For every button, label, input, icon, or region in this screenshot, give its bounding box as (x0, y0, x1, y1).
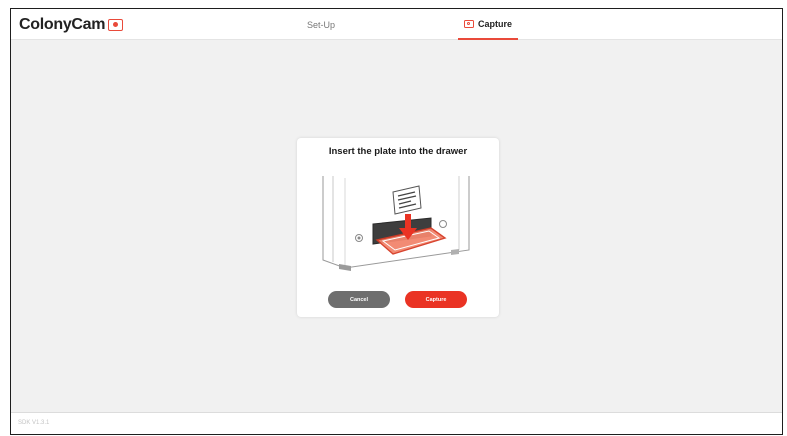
dialog-title: Insert the plate into the drawer (328, 146, 468, 157)
footer-bar: SDK V1.3.1 (11, 412, 782, 434)
camera-icon (108, 19, 124, 31)
brand-name: ColonyCam (19, 16, 106, 33)
tab-capture-label: Capture (477, 18, 512, 29)
device-knob (357, 236, 361, 240)
tab-setup[interactable]: Set-Up (291, 9, 351, 40)
app-window: ColonyCam Set-Up Capture Insert the plat… (10, 8, 783, 435)
camera-icon (463, 19, 474, 28)
cancel-button[interactable]: Cancel (328, 291, 390, 308)
version-label: SDK V1.3.1 (18, 420, 50, 426)
tab-capture[interactable]: Capture (458, 9, 518, 40)
plate-drawer-illustration (322, 176, 470, 271)
device-foot (451, 249, 459, 255)
capture-button[interactable]: Capture (405, 291, 467, 308)
insert-plate-dialog: Insert the plate into the drawer Cancel … (297, 138, 499, 317)
brand-logo: ColonyCam (19, 16, 124, 34)
tab-setup-label: Set-Up (306, 19, 335, 30)
top-nav-bar: ColonyCam Set-Up Capture (11, 9, 782, 40)
